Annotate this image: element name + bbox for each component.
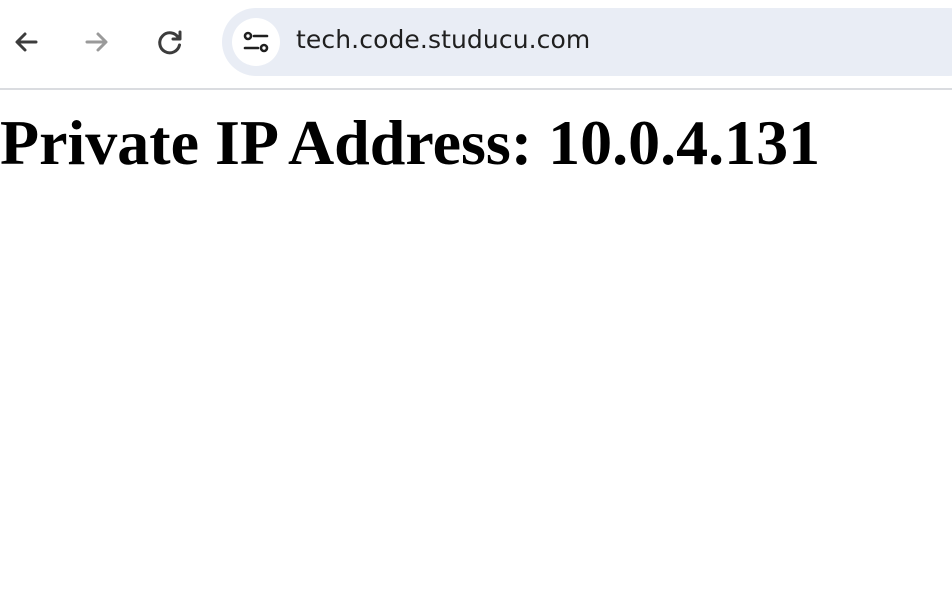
reload-icon xyxy=(158,30,182,55)
back-button[interactable] xyxy=(6,22,46,62)
tune-icon xyxy=(243,31,269,53)
page-content: Private IP Address: 10.0.4.131 xyxy=(0,90,952,612)
url-text[interactable]: tech.code.studucu.com xyxy=(296,25,590,54)
page-heading: Private IP Address: 10.0.4.131 xyxy=(0,107,821,178)
arrow-right-icon xyxy=(85,32,108,52)
address-bar[interactable]: tech.code.studucu.com xyxy=(222,8,952,76)
reload-button[interactable] xyxy=(150,22,190,62)
arrow-left-icon xyxy=(15,32,38,52)
browser-toolbar: tech.code.studucu.com xyxy=(0,0,952,90)
site-info-button[interactable] xyxy=(232,18,280,66)
forward-button[interactable] xyxy=(77,22,117,62)
